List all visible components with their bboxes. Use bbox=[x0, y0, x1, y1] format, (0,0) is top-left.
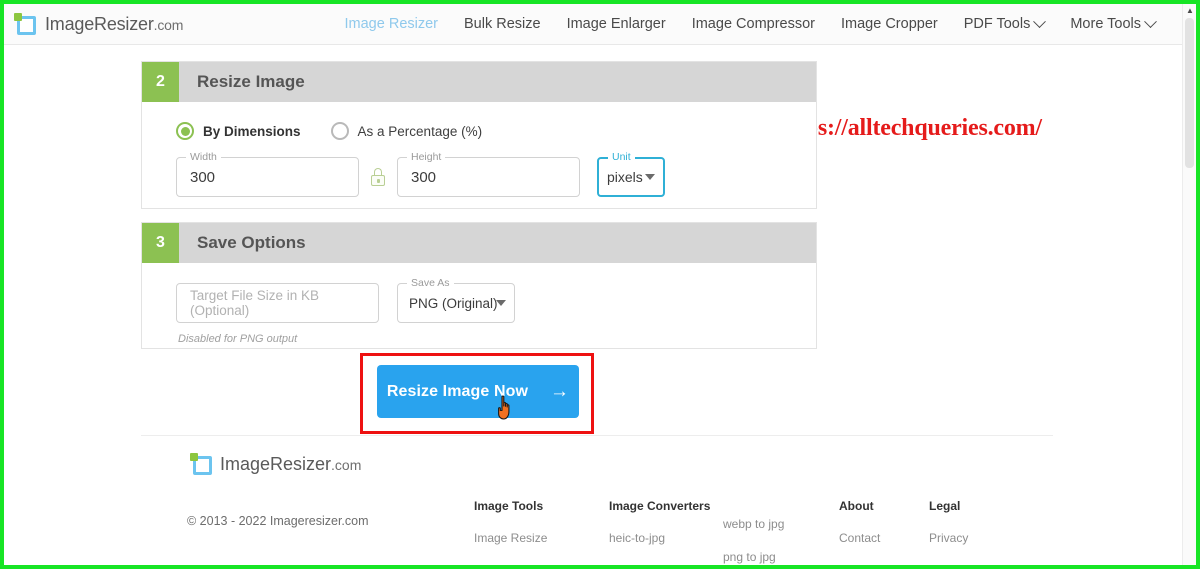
footer-link-image-resize[interactable]: Image Resize bbox=[474, 531, 599, 546]
nav-item-image-compressor[interactable]: Image Compressor bbox=[679, 16, 828, 32]
chevron-down-icon bbox=[645, 174, 655, 180]
unit-select[interactable]: Unit pixels bbox=[597, 151, 665, 197]
footer-link-png-to-jpg[interactable]: png to jpg bbox=[723, 550, 833, 565]
browser-page: ImageResizer.com Image Resizer Bulk Resi… bbox=[4, 4, 1196, 565]
nav-item-more-tools[interactable]: More Tools bbox=[1057, 14, 1168, 32]
footer-column-image-converters: Image Converters heic-to-jpg png convert… bbox=[609, 499, 724, 565]
scrollbar-thumb[interactable] bbox=[1185, 18, 1194, 168]
save-panel-title: Save Options bbox=[197, 233, 306, 252]
nav-item-pdf-tools[interactable]: PDF Tools bbox=[951, 14, 1058, 32]
copyright-text: © 2013 - 2022 Imageresizer.com bbox=[187, 514, 369, 528]
vertical-scrollbar[interactable]: ▲ bbox=[1182, 4, 1196, 565]
unit-value: pixels bbox=[607, 169, 643, 185]
site-logo[interactable]: ImageResizer.com bbox=[14, 4, 183, 44]
imageresizer-logo-icon bbox=[190, 453, 212, 475]
dimension-fields-row: Width 300 Height 300 Unit pixels bbox=[142, 140, 816, 197]
nav-item-image-resizer[interactable]: Image Resizer bbox=[332, 16, 451, 32]
save-as-label: Save As bbox=[407, 277, 454, 289]
radio-by-dimensions-label: By Dimensions bbox=[203, 123, 301, 139]
scroll-up-arrow-icon[interactable]: ▲ bbox=[1185, 6, 1195, 16]
footer-link-png-converter[interactable]: png converter bbox=[609, 564, 724, 565]
footer-link-bulk-image-resize[interactable]: Bulk Image Resize bbox=[474, 564, 599, 565]
radio-as-a-percentage[interactable] bbox=[330, 122, 349, 140]
top-navigation-bar: ImageResizer.com Image Resizer Bulk Resi… bbox=[4, 4, 1182, 45]
footer-column-image-tools: Image Tools Image Resize Bulk Image Resi… bbox=[474, 499, 599, 565]
radio-as-a-percentage-label: As a Percentage (%) bbox=[357, 123, 483, 139]
nav-item-bulk-resize[interactable]: Bulk Resize bbox=[451, 16, 554, 32]
height-label: Height bbox=[407, 151, 446, 163]
unit-label: Unit bbox=[608, 151, 635, 163]
png-disabled-hint: Disabled for PNG output bbox=[178, 333, 298, 345]
footer-link-about-us[interactable]: About Us bbox=[839, 564, 929, 565]
chevron-down-icon bbox=[1144, 14, 1157, 28]
footer-column-legal: Legal Privacy Terms of Service bbox=[929, 499, 1039, 565]
nav-item-image-cropper[interactable]: Image Cropper bbox=[828, 16, 951, 32]
save-as-select[interactable]: Save As PNG (Original) bbox=[397, 277, 515, 323]
footer-logo[interactable]: ImageResizer.com bbox=[190, 453, 361, 475]
footer-link-privacy[interactable]: Privacy bbox=[929, 531, 1039, 546]
target-filesize-placeholder: Target File Size in KB (Optional) bbox=[190, 288, 320, 318]
save-fields-row: Target File Size in KB (Optional) Save A… bbox=[142, 263, 816, 323]
step-number-badge: 2 bbox=[142, 62, 179, 102]
save-panel-header: 3 Save Options bbox=[142, 223, 816, 263]
resize-image-panel: 2 Resize Image By Dimensions As a Percen… bbox=[141, 61, 817, 209]
target-filesize-input[interactable]: Target File Size in KB (Optional) bbox=[176, 283, 379, 323]
save-as-value: PNG (Original) bbox=[409, 295, 498, 311]
main-content: https://alltechqueries.com/ 2 Resize Ima… bbox=[4, 45, 1182, 565]
brand-name: ImageResizer.com bbox=[45, 13, 184, 34]
width-label: Width bbox=[186, 151, 221, 163]
resize-button-label: Resize Image Now bbox=[386, 382, 529, 400]
imageresizer-logo-icon bbox=[14, 13, 36, 35]
nav-links: Image Resizer Bulk Resize Image Enlarger… bbox=[332, 4, 1168, 44]
arrow-right-icon: → bbox=[550, 380, 570, 402]
width-value: 300 bbox=[190, 168, 216, 186]
footer-heading: About bbox=[839, 499, 874, 513]
save-options-panel: 3 Save Options Target File Size in KB (O… bbox=[141, 222, 817, 349]
step-number-badge: 3 bbox=[142, 223, 179, 263]
footer-link-contact[interactable]: Contact bbox=[839, 531, 929, 546]
resize-mode-group: By Dimensions As a Percentage (%) bbox=[142, 102, 816, 140]
lock-icon[interactable] bbox=[371, 168, 385, 186]
save-panel-body: Target File Size in KB (Optional) Save A… bbox=[142, 263, 816, 345]
footer-column-image-converters-2: webp to jpg png to jpg png to ico bbox=[723, 499, 833, 565]
footer-brand-name: ImageResizer.com bbox=[220, 453, 362, 474]
height-input[interactable]: Height 300 bbox=[397, 151, 580, 197]
screenshot-frame: ImageResizer.com Image Resizer Bulk Resi… bbox=[0, 0, 1200, 569]
footer-link-webp-to-jpg[interactable]: webp to jpg bbox=[723, 517, 833, 532]
footer-link-terms-of-service[interactable]: Terms of Service bbox=[929, 564, 989, 565]
footer-heading: Image Converters bbox=[609, 499, 711, 513]
footer-heading: Legal bbox=[929, 499, 961, 513]
chevron-down-icon bbox=[496, 300, 506, 306]
height-value: 300 bbox=[411, 168, 437, 186]
radio-by-dimensions[interactable] bbox=[176, 122, 194, 140]
resize-panel-body: By Dimensions As a Percentage (%) Width … bbox=[142, 102, 816, 197]
resize-image-now-button[interactable]: Resize Image Now → bbox=[377, 365, 579, 418]
footer-heading: Image Tools bbox=[474, 499, 544, 513]
footer-column-about: About Contact About Us bbox=[839, 499, 929, 565]
resize-panel-title: Resize Image bbox=[197, 72, 305, 91]
width-input[interactable]: Width 300 bbox=[176, 151, 359, 197]
footer-link-heic-to-jpg[interactable]: heic-to-jpg bbox=[609, 531, 724, 546]
nav-item-image-enlarger[interactable]: Image Enlarger bbox=[554, 16, 679, 32]
resize-panel-header: 2 Resize Image bbox=[142, 62, 816, 102]
chevron-down-icon bbox=[1033, 14, 1047, 28]
site-footer: ImageResizer.com © 2013 - 2022 Imageresi… bbox=[4, 436, 1182, 565]
